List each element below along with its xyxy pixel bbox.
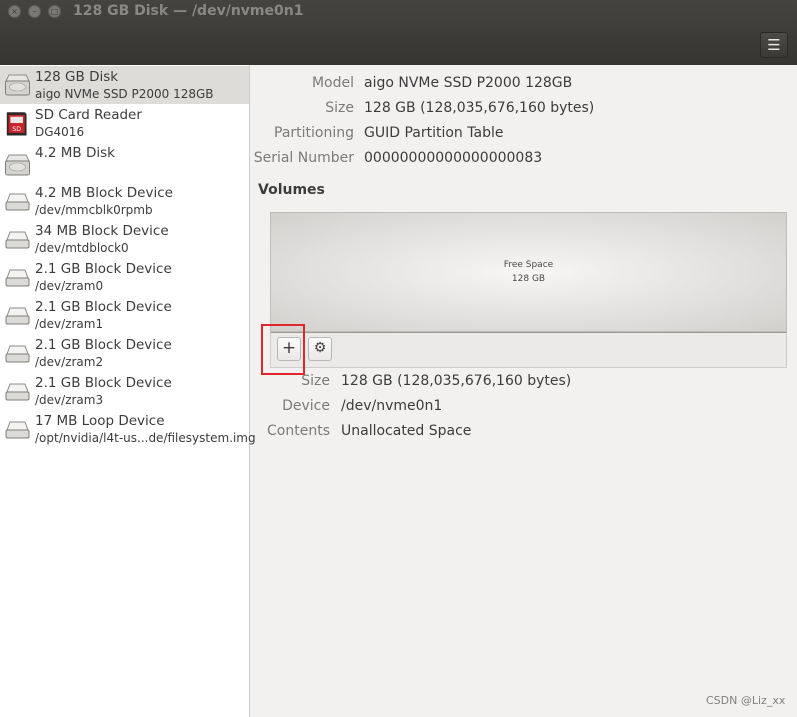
sd-badge-text: SD [12,126,21,133]
free-space-volume[interactable]: Free Space 128 GB [270,212,787,332]
device-name: 2.1 GB Block Device [35,337,172,353]
device-item[interactable]: 2.1 GB Block Device /dev/zram2 [0,334,249,372]
device-subtitle: /dev/mmcblk0rpmb [35,203,153,217]
volume-contents-label: Contents [267,423,330,439]
hard-disk-icon [5,74,30,96]
title-bar: × – □ 128 GB Disk — /dev/nvme0n1 ☰ [0,0,797,65]
volumes-heading: Volumes [258,182,325,198]
volume-size-value: 128 GB (128,035,676,160 bytes) [341,373,572,389]
device-item[interactable]: 17 MB Loop Device /opt/nvidia/l4t-us...d… [0,410,256,448]
device-sidebar: 128 GB Disk aigo NVMe SSD P2000 128GB SD… [0,65,256,717]
model-label: Model [311,75,354,91]
drive-icon [5,231,30,249]
volume-contents-value: Unallocated Space [341,423,472,439]
volume-device-value: /dev/nvme0n1 [341,398,443,414]
device-name: 4.2 MB Disk [35,145,115,161]
device-name: 17 MB Loop Device [35,413,165,429]
drive-icon [5,345,30,363]
watermark-text: CSDN @Liz_xx [706,694,786,707]
device-item[interactable]: 4.2 MB Block Device /dev/mmcblk0rpmb [0,182,249,220]
app-menu-button[interactable]: ☰ [760,32,788,58]
sd-card-icon: SD [6,112,27,136]
free-space-size: 128 GB [511,274,546,284]
drive-icon [5,193,30,211]
device-subtitle: /dev/zram2 [35,355,104,369]
device-name: 2.1 GB Block Device [35,375,172,391]
device-item[interactable]: 4.2 MB Disk [0,142,249,182]
device-subtitle: /dev/zram0 [35,279,104,293]
device-item[interactable]: 128 GB Disk aigo NVMe SSD P2000 128GB [0,66,249,104]
device-item[interactable]: 34 MB Block Device /dev/mtdblock0 [0,220,249,258]
minimize-icon: – [32,7,37,16]
device-name: 2.1 GB Block Device [35,299,172,315]
volume-device-label: Device [282,398,330,414]
serial-number-label: Serial Number [253,150,354,166]
model-value: aigo NVMe SSD P2000 128GB [364,75,573,91]
size-label: Size [325,100,354,116]
drive-icon [5,383,30,401]
drive-icon [5,269,30,287]
device-name: SD Card Reader [35,107,142,123]
maximize-window-button[interactable]: □ [48,5,61,18]
device-item[interactable]: 2.1 GB Block Device /dev/zram0 [0,258,249,296]
partition-settings-button[interactable]: ⚙ [308,337,332,361]
window-title: 128 GB Disk — /dev/nvme0n1 [73,3,304,19]
device-item[interactable]: SD SD Card Reader DG4016 [0,104,249,142]
device-name: 34 MB Block Device [35,223,169,239]
device-name: 4.2 MB Block Device [35,185,173,201]
device-subtitle: /dev/zram1 [35,317,104,331]
device-subtitle: DG4016 [35,125,85,139]
drive-icon [5,421,30,439]
serial-number-value: 00000000000000000083 [364,150,543,166]
device-item[interactable]: 2.1 GB Block Device /dev/zram3 [0,372,249,410]
hard-disk-icon [5,154,30,176]
drive-icon [5,307,30,325]
gear-icon: ⚙ [313,340,327,356]
partitioning-label: Partitioning [274,125,354,141]
device-subtitle: /dev/mtdblock0 [35,241,129,255]
volume-size-label: Size [301,373,330,389]
minimize-window-button[interactable]: – [28,5,41,18]
highlight-annotation-box [261,324,305,375]
size-value: 128 GB (128,035,676,160 bytes) [364,100,595,116]
device-subtitle: /dev/zram3 [35,393,104,407]
device-name: 2.1 GB Block Device [35,261,172,277]
maximize-icon: □ [50,7,59,16]
volume-toolbar [270,332,787,368]
partitioning-value: GUID Partition Table [364,125,504,141]
device-subtitle: aigo NVMe SSD P2000 128GB [35,87,214,101]
device-subtitle: /opt/nvidia/l4t-us...de/filesystem.img [35,431,256,445]
hamburger-menu-icon: ☰ [767,36,781,54]
close-window-button[interactable]: × [8,5,21,18]
free-space-label: Free Space [503,260,554,270]
close-icon: × [11,7,18,16]
device-name: 128 GB Disk [35,69,119,85]
device-item[interactable]: 2.1 GB Block Device /dev/zram1 [0,296,249,334]
